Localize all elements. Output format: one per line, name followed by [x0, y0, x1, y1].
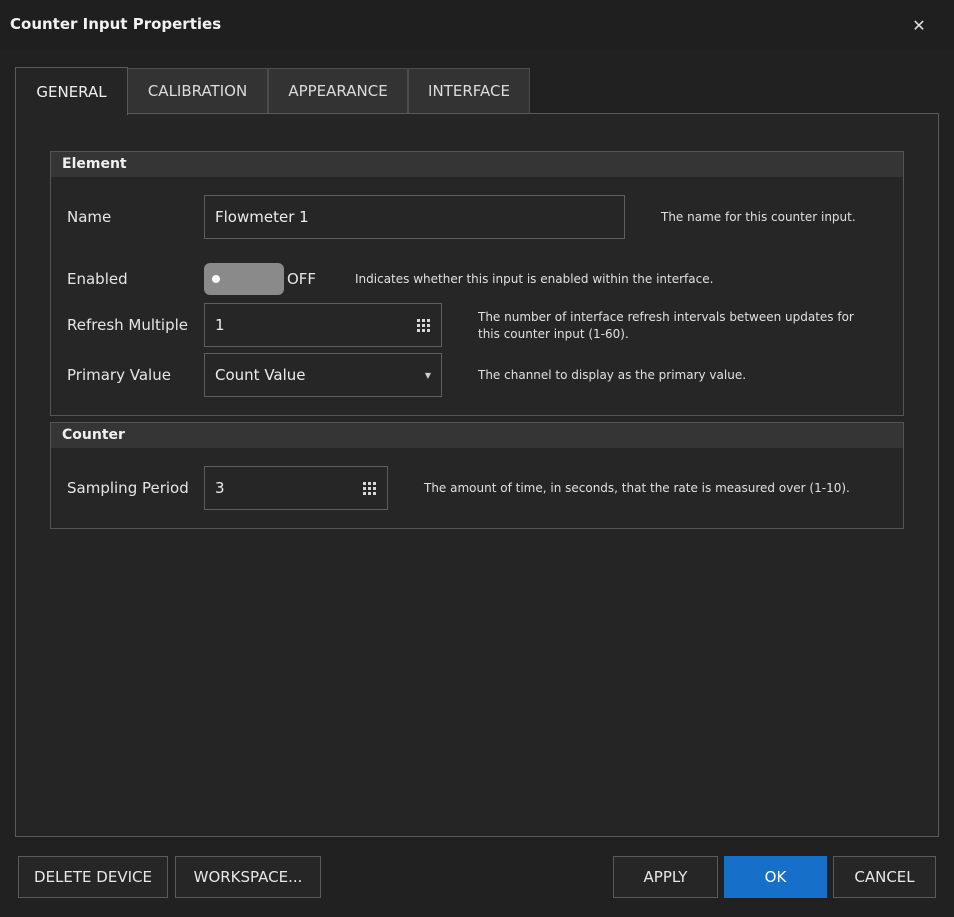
tab-general[interactable]: GENERAL [15, 67, 128, 115]
sampling-period-description: The amount of time, in seconds, that the… [424, 481, 850, 495]
sampling-period-input[interactable]: 3 [204, 466, 388, 510]
enabled-description: Indicates whether this input is enabled … [355, 272, 714, 286]
element-group-header: Element [51, 152, 903, 177]
sampling-period-value: 3 [215, 479, 225, 497]
primary-value-label: Primary Value [67, 366, 171, 384]
counter-group-header: Counter [51, 423, 903, 448]
name-input-value: Flowmeter 1 [215, 208, 309, 226]
primary-value-description: The channel to display as the primary va… [478, 368, 747, 382]
delete-device-button[interactable]: DELETE DEVICE [18, 856, 168, 898]
name-input[interactable]: Flowmeter 1 [204, 195, 625, 239]
refresh-multiple-value: 1 [215, 316, 225, 334]
toggle-knob [212, 275, 220, 283]
refresh-multiple-label: Refresh Multiple [67, 316, 188, 334]
name-description: The name for this counter input. [661, 210, 856, 224]
close-icon[interactable]: ✕ [905, 12, 933, 38]
tab-calibration[interactable]: CALIBRATION [127, 68, 268, 114]
enabled-state-label: OFF [287, 270, 317, 288]
chevron-down-icon: ▼ [424, 370, 431, 380]
keypad-icon[interactable] [361, 480, 377, 496]
primary-value-selected: Count Value [215, 366, 306, 384]
title-bar: Counter Input Properties ✕ [0, 0, 954, 50]
apply-button[interactable]: APPLY [613, 856, 718, 898]
primary-value-select[interactable]: Count Value ▼ [204, 353, 442, 397]
ok-button[interactable]: OK [724, 856, 827, 898]
counter-group: Counter [50, 422, 904, 529]
tab-appearance[interactable]: APPEARANCE [268, 68, 408, 114]
enabled-label: Enabled [67, 270, 128, 288]
refresh-multiple-description: The number of interface refresh interval… [478, 310, 854, 341]
sampling-period-label: Sampling Period [67, 479, 189, 497]
dialog-title: Counter Input Properties [10, 15, 222, 33]
tab-interface[interactable]: INTERFACE [408, 68, 530, 114]
refresh-multiple-input[interactable]: 1 [204, 303, 442, 347]
cancel-button[interactable]: CANCEL [833, 856, 936, 898]
dialog-window: Counter Input Properties ✕ GENERAL CALIB… [0, 0, 954, 917]
name-label: Name [67, 208, 112, 226]
workspace-button[interactable]: WORKSPACE... [175, 856, 321, 898]
keypad-icon[interactable] [415, 317, 431, 333]
enabled-toggle[interactable] [204, 263, 284, 295]
